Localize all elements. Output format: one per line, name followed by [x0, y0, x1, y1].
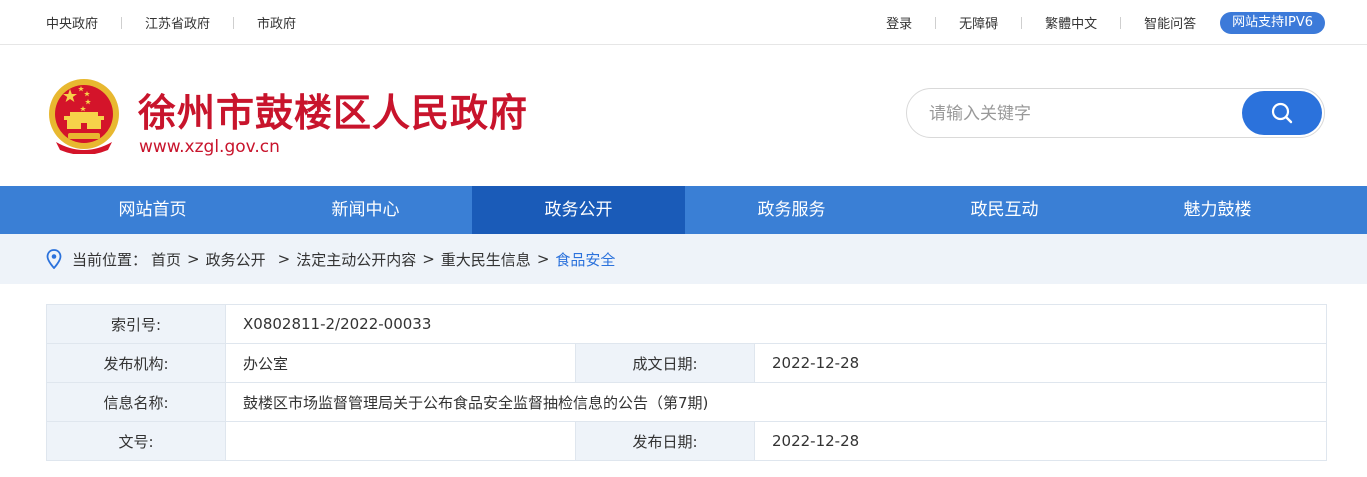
info-name-value: 鼓楼区市场监督管理局关于公布食品安全监督抽检信息的公告（第7期) — [225, 382, 1327, 422]
document-info-table: 索引号: X0802811-2/2022-00033 发布机构: 办公室 成文日… — [46, 304, 1327, 461]
breadcrumb-prefix: 当前位置： — [72, 250, 148, 269]
top-left-links: 中央政府 江苏省政府 市政府 — [46, 0, 296, 45]
main-nav: 网站首页 新闻中心 政务公开 政务服务 政民互动 魅力鼓楼 — [0, 186, 1367, 234]
publish-date-label: 发布日期: — [575, 421, 755, 461]
divider — [121, 16, 123, 29]
divider — [935, 16, 937, 29]
breadcrumb-separator: > — [422, 250, 435, 268]
index-number-label: 索引号: — [46, 304, 226, 344]
written-date-label: 成文日期: — [575, 343, 755, 383]
breadcrumb-statutory-content[interactable]: 法定主动公开内容 — [296, 249, 416, 270]
site-header: 徐州市鼓楼区人民政府 www.xzgl.gov.cn — [0, 46, 1367, 186]
nav-home[interactable]: 网站首页 — [46, 186, 259, 234]
publish-date-value: 2022-12-28 — [754, 421, 1327, 461]
location-pin-icon — [46, 249, 62, 269]
nav-gov-services[interactable]: 政务服务 — [685, 186, 898, 234]
link-jiangsu-gov[interactable]: 江苏省政府 — [145, 13, 210, 32]
accessibility-link[interactable]: 无障碍 — [959, 13, 998, 32]
nav-gov-affairs-open[interactable]: 政务公开 — [472, 186, 685, 234]
divider — [1120, 16, 1122, 29]
search-input[interactable] — [929, 102, 1229, 126]
ipv6-badge[interactable]: 网站支持IPV6 — [1220, 11, 1325, 34]
doc-number-label: 文号: — [46, 421, 226, 461]
search-box — [906, 88, 1325, 138]
breadcrumb-home[interactable]: 首页 — [151, 249, 181, 270]
login-link[interactable]: 登录 — [886, 13, 912, 32]
breadcrumb: 当前位置： 首页 > 政务公开 > 法定主动公开内容 > 重大民生信息 > 食品… — [46, 234, 615, 284]
breadcrumb-separator: > — [536, 250, 550, 268]
breadcrumb-food-safety[interactable]: 食品安全 — [555, 249, 615, 270]
breadcrumb-separator: > — [277, 250, 291, 268]
divider — [1021, 16, 1023, 29]
traditional-chinese-link[interactable]: 繁體中文 — [1045, 13, 1097, 32]
search-button[interactable] — [1242, 91, 1322, 135]
top-right-links: 登录 无障碍 繁體中文 智能问答 网站支持IPV6 — [886, 0, 1325, 45]
national-emblem-icon[interactable] — [46, 76, 122, 154]
doc-number-value — [225, 421, 576, 461]
publisher-label: 发布机构: — [46, 343, 226, 383]
table-row: 发布机构: 办公室 成文日期: 2022-12-28 — [46, 343, 1327, 383]
publisher-value: 办公室 — [225, 343, 576, 383]
site-title[interactable]: 徐州市鼓楼区人民政府 — [138, 82, 528, 137]
link-central-gov[interactable]: 中央政府 — [46, 13, 98, 32]
link-city-gov[interactable]: 市政府 — [257, 13, 296, 32]
breadcrumb-gov-affairs-open[interactable]: 政务公开 — [206, 249, 266, 270]
search-icon — [1271, 102, 1293, 124]
table-row: 信息名称: 鼓楼区市场监督管理局关于公布食品安全监督抽检信息的公告（第7期) — [46, 382, 1327, 422]
breadcrumb-livelihood-info[interactable]: 重大民生信息 — [441, 249, 531, 270]
nav-news[interactable]: 新闻中心 — [259, 186, 472, 234]
nav-interaction[interactable]: 政民互动 — [898, 186, 1111, 234]
index-number-value: X0802811-2/2022-00033 — [225, 304, 1327, 344]
table-row: 文号: 发布日期: 2022-12-28 — [46, 421, 1327, 461]
written-date-value: 2022-12-28 — [754, 343, 1327, 383]
divider — [233, 16, 235, 29]
top-utility-bar: 中央政府 江苏省政府 市政府 登录 无障碍 繁體中文 智能问答 网站支持IPV6 — [0, 0, 1367, 45]
smart-qa-link[interactable]: 智能问答 — [1144, 13, 1196, 32]
breadcrumb-bar: 当前位置： 首页 > 政务公开 > 法定主动公开内容 > 重大民生信息 > 食品… — [0, 234, 1367, 284]
breadcrumb-separator: > — [187, 250, 200, 268]
info-name-label: 信息名称: — [46, 382, 226, 422]
site-url[interactable]: www.xzgl.gov.cn — [139, 137, 280, 157]
table-row: 索引号: X0802811-2/2022-00033 — [46, 304, 1327, 344]
nav-charm-gulou[interactable]: 魅力鼓楼 — [1111, 186, 1324, 234]
